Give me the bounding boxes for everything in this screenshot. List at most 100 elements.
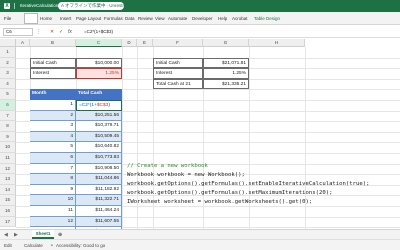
column-header[interactable]: F xyxy=(153,39,203,47)
worksheet-grid[interactable]: ABCDEFGH 1 2 3 4 5 6 7 8 9 10 11 12 13 14 15 16 17 Initi… xyxy=(0,39,400,229)
row-header[interactable]: 13 xyxy=(0,174,16,185)
column-header[interactable]: E xyxy=(137,39,153,47)
table-cell-total-cash[interactable]: $11,464.24 xyxy=(76,206,122,217)
row-header[interactable]: 3 xyxy=(0,68,16,79)
row-header[interactable]: 12 xyxy=(0,163,16,175)
row-header[interactable]: 5 xyxy=(0,89,16,100)
row-header[interactable]: 1 xyxy=(0,47,16,58)
scroll-left-icon[interactable]: ◀ xyxy=(4,231,8,239)
column-header[interactable]: D xyxy=(122,39,137,47)
table-cell-month[interactable]: 7 xyxy=(30,163,76,175)
table-cell-total-cash[interactable]: $11,044.86 xyxy=(76,174,122,185)
column-header[interactable]: H xyxy=(249,39,305,47)
code-line: IWorksheet worksheet = workbook.getWorks… xyxy=(127,199,313,205)
tab-acrobat[interactable]: Acrobat xyxy=(232,15,248,22)
tab-review[interactable]: Review xyxy=(138,15,153,22)
table-cell-month[interactable]: 5 xyxy=(30,142,76,153)
tab-formulas[interactable]: Formulas xyxy=(104,15,123,22)
table-cell-month[interactable]: 2 xyxy=(30,110,76,122)
table-cell-month[interactable]: 10 xyxy=(30,195,76,206)
table-cell-month[interactable]: 11 xyxy=(30,206,76,217)
summary-total-value[interactable]: $21,335.21 xyxy=(203,78,249,90)
table-cell-total-cash[interactable]: $10,640.82 xyxy=(76,142,122,153)
table-cell-month[interactable]: 9 xyxy=(30,184,76,196)
table-cell-month[interactable]: 6 xyxy=(30,153,76,164)
summary-initial-cash-label[interactable]: Initial Cash xyxy=(153,57,203,69)
initial-cash-value[interactable]: $10,000.00 xyxy=(76,57,122,69)
table-cell-total-cash[interactable]: $10,773.83 xyxy=(76,153,122,164)
row-header[interactable]: 11 xyxy=(0,153,16,164)
row-header[interactable]: 10 xyxy=(0,142,16,153)
row-header[interactable]: 16 xyxy=(0,206,16,217)
row-header[interactable]: 6 xyxy=(0,100,16,111)
calculate-button[interactable]: Calculate xyxy=(24,242,43,250)
tab-insert[interactable]: Insert xyxy=(60,15,71,22)
tab-home[interactable]: Home xyxy=(40,15,52,22)
status-mode: Edit xyxy=(4,243,12,248)
row-header[interactable]: 17 xyxy=(0,216,16,228)
table-cell-total-cash[interactable]: $10,509.45 xyxy=(76,131,122,143)
accessibility-status[interactable]: Accessibility: Good to go xyxy=(56,242,105,250)
table-cell-month[interactable]: 8 xyxy=(30,174,76,185)
autosave-status[interactable]: A オフラインで作業中 ∙ Unrestricted ∨ xyxy=(58,2,124,10)
table-cell-total-cash[interactable]: $11,322.71 xyxy=(76,195,122,206)
interest-value[interactable]: 1.25% xyxy=(76,68,122,79)
table-cell-total-cash[interactable]: $11,182.92 xyxy=(76,184,122,196)
formula-input[interactable]: =C2*(1+$C$3) xyxy=(84,28,396,36)
column-header[interactable]: B xyxy=(30,39,76,47)
column-header[interactable]: G xyxy=(203,39,249,47)
code-line: Workbook workbook = new Workbook(); xyxy=(127,172,245,178)
table-header-total-cash[interactable]: Total Cash xyxy=(76,89,122,100)
summary-total-label[interactable]: Total Cash at 21 xyxy=(153,78,203,90)
add-sheet-icon[interactable]: ⊕ xyxy=(58,231,62,239)
table-cell-total-cash[interactable]: $11,607.55 xyxy=(76,216,122,228)
row-header[interactable]: 2 xyxy=(0,57,16,69)
row-header[interactable]: 9 xyxy=(0,131,16,143)
interest-label[interactable]: Interest xyxy=(30,68,76,79)
column-header[interactable]: C xyxy=(76,39,122,47)
column-header[interactable]: A xyxy=(16,39,30,47)
search-box[interactable] xyxy=(24,13,38,24)
table-cell-month[interactable]: 3 xyxy=(30,121,76,132)
gridline xyxy=(122,47,123,229)
formula-text: =C2*(1+ xyxy=(79,103,97,108)
summary-initial-cash-value[interactable]: $21,071.81 xyxy=(203,57,249,69)
table-cell-total-cash[interactable]: $10,251.56 xyxy=(76,110,122,122)
row-header[interactable]: 7 xyxy=(0,110,16,122)
table-cell-month[interactable]: 4 xyxy=(30,131,76,143)
summary-interest-value[interactable]: 1.25% xyxy=(203,68,249,79)
title-bar: X IterativeCalculation A オフラインで作業中 ∙ Unr… xyxy=(0,0,400,12)
status-bar: Edit Calculate ⚬ Accessibility: Good to … xyxy=(0,239,400,250)
scroll-right-icon[interactable]: ▶ xyxy=(14,231,18,239)
enter-icon[interactable]: ✓ xyxy=(59,28,63,36)
tab-table-design[interactable]: Table Design xyxy=(254,15,280,22)
insert-function-icon[interactable]: fx xyxy=(68,28,72,36)
tab-file[interactable]: File xyxy=(4,15,11,22)
active-cell-formula[interactable]: =C2*(1+$C$3) xyxy=(76,100,122,111)
sheet-tab-bar: ◀ ▶ Sheet1 ⊕ xyxy=(0,229,400,239)
tab-view[interactable]: View xyxy=(155,15,165,22)
row-header[interactable]: 14 xyxy=(0,184,16,196)
sheet-tab-sheet1[interactable]: Sheet1 xyxy=(32,230,54,239)
table-cell-total-cash[interactable]: $10,379.71 xyxy=(76,121,122,132)
table-cell-total-cash[interactable]: $10,908.50 xyxy=(76,163,122,175)
tab-help[interactable]: Help xyxy=(218,15,227,22)
cancel-icon[interactable]: ✕ xyxy=(50,28,54,36)
row-header[interactable]: 4 xyxy=(0,78,16,90)
summary-interest-label[interactable]: Interest xyxy=(153,68,203,79)
table-header-month[interactable]: Month xyxy=(30,89,76,100)
row-header[interactable]: 15 xyxy=(0,195,16,206)
tab-data[interactable]: Data xyxy=(125,15,135,22)
table-cell-month[interactable]: 12 xyxy=(30,216,76,228)
tab-developer[interactable]: Developer xyxy=(192,15,213,22)
row-header[interactable]: 8 xyxy=(0,121,16,132)
select-all-corner[interactable] xyxy=(0,39,16,47)
name-box[interactable]: C6 xyxy=(3,28,33,36)
more-icon[interactable]: ⋮ xyxy=(36,28,41,36)
initial-cash-label[interactable]: Initial Cash xyxy=(30,57,76,69)
tab-automate[interactable]: Automate xyxy=(168,15,187,22)
tab-page-layout[interactable]: Page Layout xyxy=(76,15,101,22)
ribbon: File Home Insert Page Layout Formulas Da… xyxy=(0,12,400,25)
table-cell-month[interactable]: 1 xyxy=(30,100,76,111)
formula-bar: C6 ⋮ ✕ ✓ fx =C2*(1+$C$3) xyxy=(0,26,400,38)
